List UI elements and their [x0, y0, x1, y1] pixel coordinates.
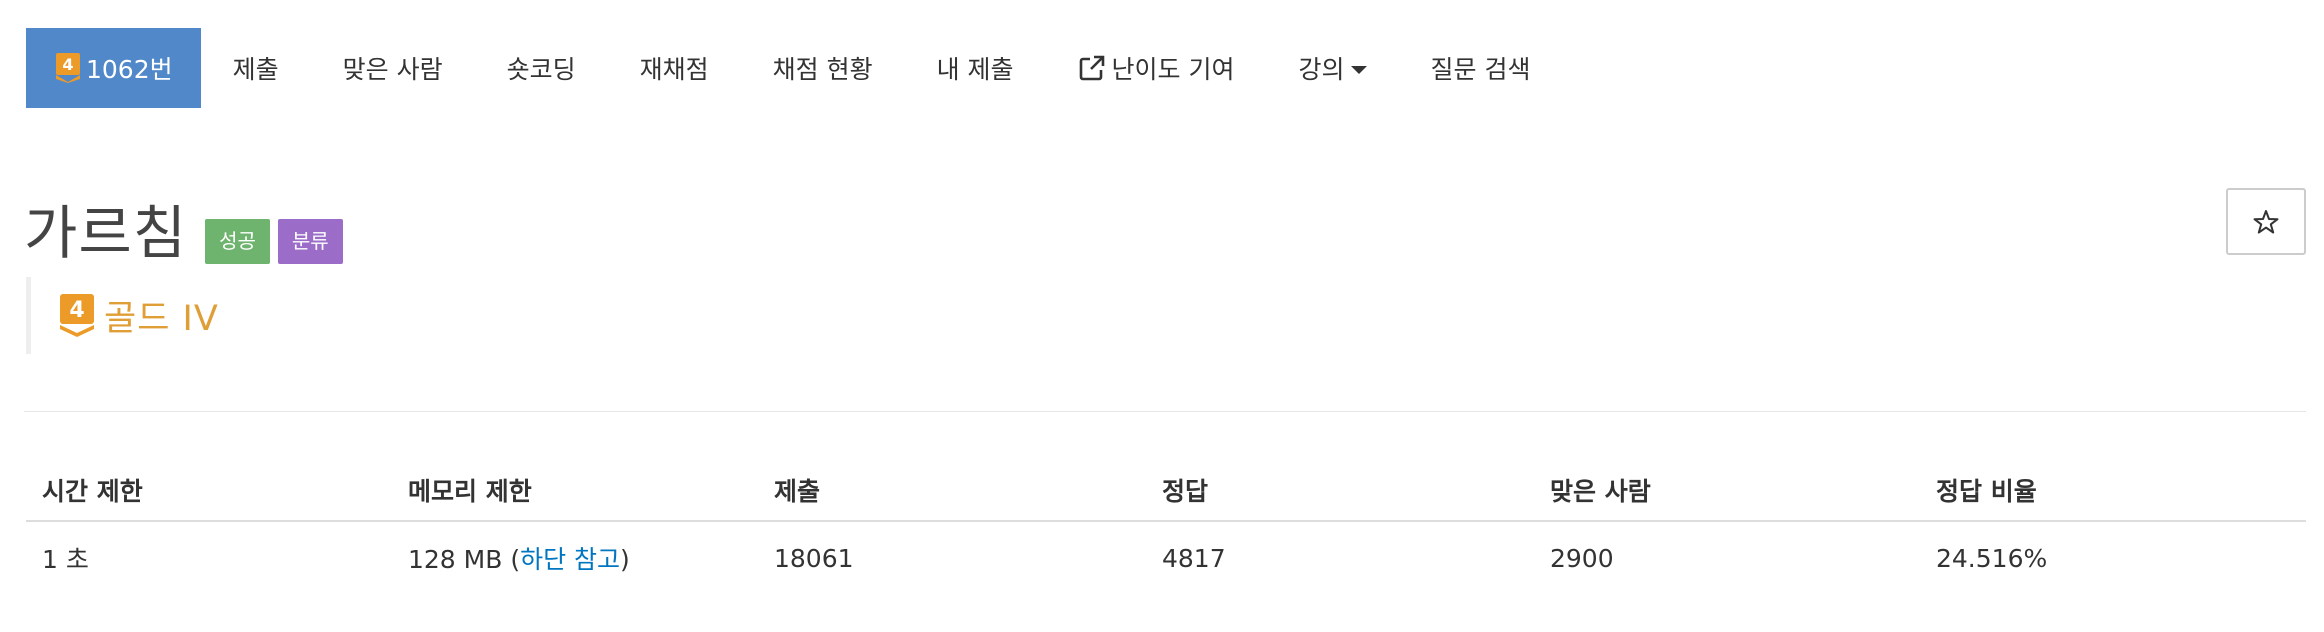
tab-label: 채점 현황	[772, 55, 873, 84]
tier-label: 골드 IV	[104, 299, 219, 339]
memory-limit-close: )	[620, 545, 630, 574]
problem-tier: 4 골드 IV	[26, 277, 219, 354]
time-limit-value: 1 초	[42, 545, 89, 574]
tab-problem[interactable]: 4 1062번	[26, 28, 201, 108]
table-row: 1 초 128 MB (하단 참고) 18061 4817 2900 24.51…	[26, 522, 2306, 594]
ratio-value: 24.516%	[1936, 543, 2048, 573]
tab-rejudge[interactable]: 재채점	[608, 28, 741, 108]
submissions-value: 18061	[774, 543, 854, 573]
favorite-button[interactable]	[2226, 188, 2306, 255]
tab-status[interactable]: 채점 현황	[741, 28, 905, 108]
tab-my-submissions[interactable]: 내 제출	[905, 28, 1046, 108]
tab-label: 강의	[1298, 55, 1345, 84]
tab-label: 재채점	[639, 55, 709, 84]
success-badge[interactable]: 성공	[205, 219, 270, 264]
tab-label: 난이도 기여	[1111, 55, 1235, 84]
problem-number: 1062번	[86, 55, 173, 84]
header-ratio: 정답 비율	[1936, 477, 2037, 506]
table-header-row: 시간 제한 메모리 제한 제출 정답 맞은 사람 정답 비율	[26, 460, 2306, 522]
tier-number: 4	[69, 298, 84, 323]
tab-short-coding[interactable]: 숏코딩	[475, 28, 608, 108]
tab-label: 제출	[232, 55, 279, 84]
star-outline-icon	[2253, 209, 2279, 233]
tab-question-search[interactable]: 질문 검색	[1399, 28, 1563, 108]
problem-info-table: 시간 제한 메모리 제한 제출 정답 맞은 사람 정답 비율 1 초 128 M…	[26, 460, 2306, 594]
caret-down-icon	[1350, 66, 1367, 74]
tab-label: 숏코딩	[506, 55, 576, 84]
header-memory-limit: 메모리 제한	[408, 477, 532, 506]
problem-menu: 4 1062번 제출 맞은 사람 숏코딩 재채점 채점 현황 내 제출 난이도 …	[26, 28, 1562, 108]
divider	[24, 411, 2306, 412]
header-time-limit: 시간 제한	[42, 477, 143, 506]
memory-limit-value: 128 MB (	[408, 545, 521, 574]
tab-solvers[interactable]: 맞은 사람	[311, 28, 475, 108]
tab-label: 맞은 사람	[342, 55, 443, 84]
tab-lectures-dropdown[interactable]: 강의	[1266, 28, 1398, 108]
tab-submit[interactable]: 제출	[201, 28, 311, 108]
memory-limit-cell: 128 MB (하단 참고)	[392, 540, 758, 576]
solvers-value: 2900	[1550, 543, 1614, 573]
gold-tier-icon: 4	[56, 53, 80, 83]
tab-label: 질문 검색	[1430, 55, 1531, 84]
problem-header: 가르침 성공 분류	[24, 186, 343, 267]
accepted-value: 4817	[1162, 543, 1226, 573]
category-badge[interactable]: 분류	[277, 219, 343, 264]
header-submissions: 제출	[774, 477, 821, 506]
page-title: 가르침	[24, 199, 188, 267]
header-accepted: 정답	[1162, 477, 1209, 506]
tier-number: 4	[62, 55, 73, 74]
external-link-icon	[1079, 55, 1104, 81]
header-solvers: 맞은 사람	[1550, 477, 1651, 506]
see-below-link[interactable]: 하단 참고	[520, 545, 620, 574]
tab-label: 내 제출	[936, 55, 1014, 84]
gold-tier-icon: 4	[60, 293, 94, 337]
tab-difficulty-contribution[interactable]: 난이도 기여	[1046, 28, 1267, 108]
